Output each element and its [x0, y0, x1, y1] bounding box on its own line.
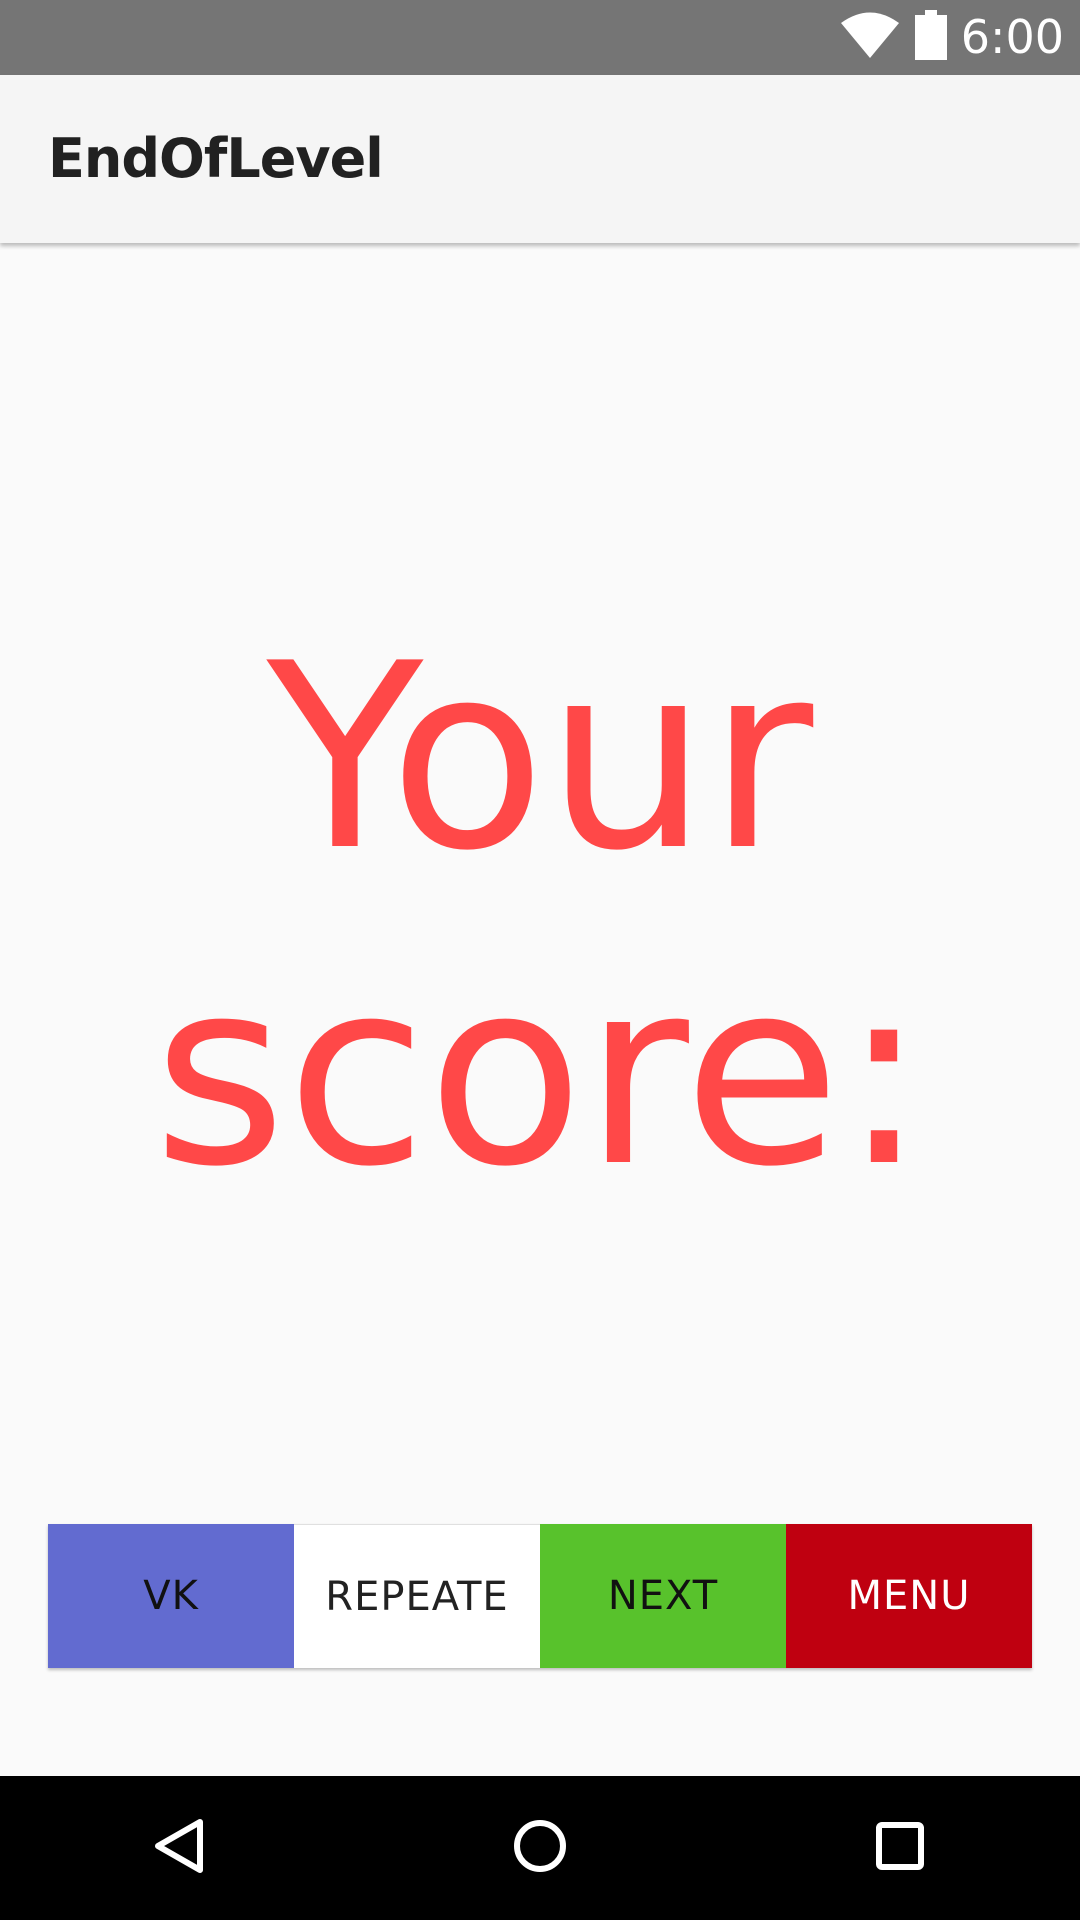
app-bar: EndOfLevel — [0, 75, 1080, 243]
repeat-button[interactable]: REPEATE — [294, 1524, 540, 1668]
recents-button[interactable] — [840, 1776, 960, 1920]
vk-button[interactable]: VK — [48, 1524, 294, 1668]
menu-button[interactable]: MENU — [786, 1524, 1032, 1668]
status-time: 6:00 — [960, 10, 1064, 64]
recents-icon — [870, 1816, 930, 1881]
screen: 6:00 EndOfLevel Your score: VK REPEATE N… — [0, 0, 1080, 1920]
next-button[interactable]: NEXT — [540, 1524, 786, 1668]
status-icons: 6:00 — [839, 0, 1064, 75]
back-button[interactable] — [120, 1776, 240, 1920]
button-row: VK REPEATE NEXT MENU — [48, 1524, 1032, 1668]
home-icon — [510, 1816, 570, 1881]
back-icon — [150, 1816, 210, 1881]
battery-icon — [914, 10, 947, 65]
score-label: Your score: — [152, 609, 928, 1223]
app-title: EndOfLevel — [48, 127, 384, 190]
nav-bar — [0, 1776, 1080, 1920]
wifi-icon — [839, 10, 901, 65]
home-button[interactable] — [480, 1776, 600, 1920]
status-bar: 6:00 — [0, 0, 1080, 75]
